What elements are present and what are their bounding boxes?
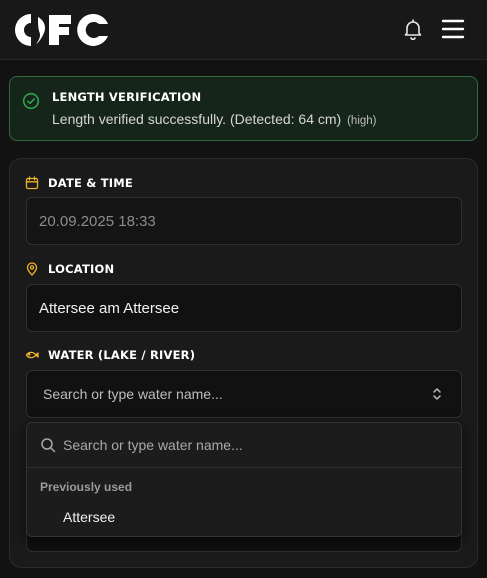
banner-message-text: Length verified successfully. (Detected:…	[52, 111, 342, 127]
date-time-value: 20.09.2025 18:33	[39, 212, 156, 230]
map-pin-icon	[26, 262, 38, 276]
date-time-label: DATE & TIME	[25, 175, 133, 191]
banner-message: Length verified successfully. (Detected:…	[52, 111, 377, 127]
bell-icon[interactable]	[401, 17, 425, 41]
location-label-text: LOCATION	[48, 262, 115, 276]
chevron-up-down-icon	[433, 388, 441, 400]
banner-title: LENGTH VERIFICATION	[52, 90, 202, 104]
fish-icon	[25, 351, 39, 359]
location-label: LOCATION	[25, 261, 114, 277]
dropdown-option-attersee[interactable]: Attersee	[31, 503, 457, 531]
water-select-placeholder: Search or type water name...	[43, 386, 223, 402]
length-verification-banner: LENGTH VERIFICATION Length verified succ…	[9, 76, 478, 141]
previously-used-heading: Previously used	[40, 480, 133, 494]
dropdown-search-bar	[27, 423, 461, 468]
dropdown-search-input[interactable]	[63, 433, 443, 457]
app-header	[0, 0, 487, 60]
water-label-text: WATER (LAKE / RIVER)	[48, 348, 196, 362]
hamburger-menu-icon[interactable]	[440, 17, 466, 41]
date-time-field[interactable]: 20.09.2025 18:33	[26, 197, 462, 245]
water-dropdown: Previously used Attersee	[26, 422, 462, 537]
location-value: Attersee am Attersee	[39, 299, 180, 317]
cfc-logo[interactable]	[12, 11, 110, 49]
location-field[interactable]: Attersee am Attersee	[26, 284, 462, 332]
calendar-icon	[25, 176, 39, 190]
confidence-label: (high)	[347, 115, 377, 127]
check-circle-icon	[22, 92, 40, 110]
date-time-label-text: DATE & TIME	[48, 176, 133, 190]
water-label: WATER (LAKE / RIVER)	[25, 347, 195, 363]
search-icon	[41, 438, 56, 453]
water-select[interactable]: Search or type water name...	[26, 370, 462, 418]
